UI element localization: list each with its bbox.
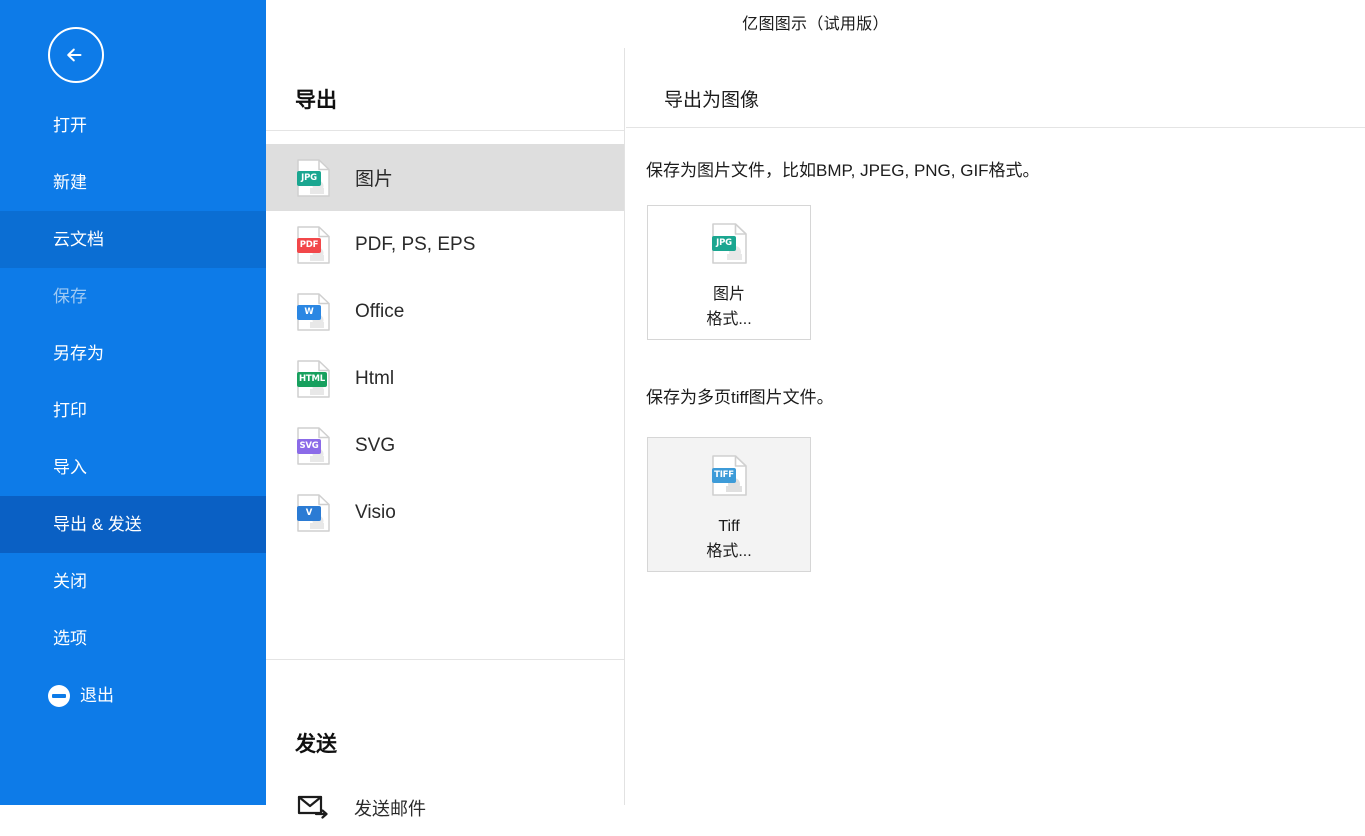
title-bar: 亿图图示（试用版） [266,0,1365,48]
export-item-1[interactable]: PDF PDF, PS, EPS [266,211,624,278]
export-item-5[interactable]: V Visio [266,479,624,546]
backstage-view: 亿图图示（试用版） 打开 新建 云文档 保存 另存为 打印 导入 导出 & 发送 关闭 选项 退出 … [0,0,1365,819]
jpg-file-icon: JPG [712,223,747,264]
html-badge-label: HTML [297,371,327,387]
sidebar-item-label: 退出 [80,686,114,705]
jpg-file-icon: JPG [297,158,330,197]
export-item-label: Office [355,300,405,322]
sidebar-item-label: 导出 & 发送 [53,515,142,534]
sidebar-item-label: 打印 [53,401,87,420]
sidebar-item-9[interactable]: 选项 [0,610,266,667]
html-file-icon: HTML [297,359,330,398]
sidebar: 打开新建云文档保存另存为打印导入导出 & 发送 关闭选项退出 [0,0,266,805]
tiff-card-line2: 格式... [706,543,752,560]
sidebar-item-label: 导入 [53,458,87,477]
export-heading: 导出 [295,89,337,112]
w-file-icon: W [297,292,330,331]
v-file-icon: V [297,493,330,532]
export-item-label: 图片 [355,169,394,190]
sidebar-item-5[interactable]: 打印 [0,382,266,439]
export-format-list: JPG 图片 PDF PDF, PS, EPS W Office HTML Html SVG SV… [266,144,624,546]
export-item-label: PDF, PS, EPS [355,233,476,255]
sidebar-item-0[interactable]: 打开 [0,97,266,154]
divider [266,659,624,660]
tiff-format-card[interactable]: TIFF Tiff 格式... [647,437,811,572]
export-item-label: Html [355,367,395,389]
pdf-file-icon: PDF [297,225,330,264]
export-item-4[interactable]: SVG SVG [266,412,624,479]
sidebar-item-label: 另存为 [53,344,104,363]
detail-panel: 导出为图像 保存为图片文件，比如BMP, JPEG, PNG, GIF格式。 J… [626,48,1365,805]
svg-badge-label: SVG [297,438,321,454]
export-item-2[interactable]: W Office [266,278,624,345]
sidebar-item-label: 新建 [53,173,87,192]
detail-heading: 导出为图像 [664,90,760,111]
sidebar-item-6[interactable]: 导入 [0,439,266,496]
send-heading: 发送 [295,733,337,756]
back-button[interactable] [48,27,104,83]
sidebar-item-label: 保存 [53,287,87,306]
send-mail-label: 发送邮件 [354,799,426,819]
w-badge-label: W [297,304,321,320]
image-format-card[interactable]: JPG 图片 格式... [647,205,811,340]
export-item-3[interactable]: HTML Html [266,345,624,412]
sidebar-item-label: 打开 [53,116,87,135]
sidebar-item-10[interactable]: 退出 [0,667,266,724]
divider [626,127,1365,128]
sidebar-item-4[interactable]: 另存为 [0,325,266,382]
export-column: 导出 JPG 图片 PDF PDF, PS, EPS W Office HTML Html SV… [266,48,625,819]
export-item-0[interactable]: JPG 图片 [266,144,624,211]
sidebar-item-label: 云文档 [53,230,104,249]
mail-send-icon [297,793,329,824]
window-title: 亿图图示（试用版） [742,16,889,33]
tiff-file-icon: TIFF [712,455,747,496]
tiff-card-text: Tiff 格式... [648,514,810,564]
sidebar-item-label: 关闭 [53,572,87,591]
tiff-card-line1: Tiff [718,518,740,535]
export-item-label: SVG [355,434,396,456]
sidebar-item-1[interactable]: 新建 [0,154,266,211]
jpg-badge-label: JPG [712,236,736,251]
send-mail-item[interactable]: 发送邮件 [266,780,624,836]
tiff-badge-label: TIFF [712,468,736,483]
exit-circle-minus-icon [48,684,70,707]
sidebar-item-3: 保存 [0,268,266,325]
pdf-badge-label: PDF [297,237,321,253]
image-card-line2: 格式... [706,311,752,328]
sidebar-item-label: 选项 [53,629,87,648]
sidebar-item-8[interactable]: 关闭 [0,553,266,610]
v-badge-label: V [297,505,321,521]
sidebar-menu: 打开新建云文档保存另存为打印导入导出 & 发送 关闭选项退出 [0,97,266,724]
image-format-description: 保存为图片文件，比如BMP, JPEG, PNG, GIF格式。 [646,161,1040,180]
svg-file-icon: SVG [297,426,330,465]
divider [266,130,624,131]
sidebar-item-2[interactable]: 云文档 [0,211,266,268]
image-card-line1: 图片 [712,286,745,303]
tiff-format-description: 保存为多页tiff图片文件。 [646,388,834,407]
sidebar-item-7[interactable]: 导出 & 发送 [0,496,266,553]
export-item-label: Visio [355,501,396,523]
jpg-badge-label: JPG [297,170,321,186]
image-card-text: 图片 格式... [648,282,810,332]
